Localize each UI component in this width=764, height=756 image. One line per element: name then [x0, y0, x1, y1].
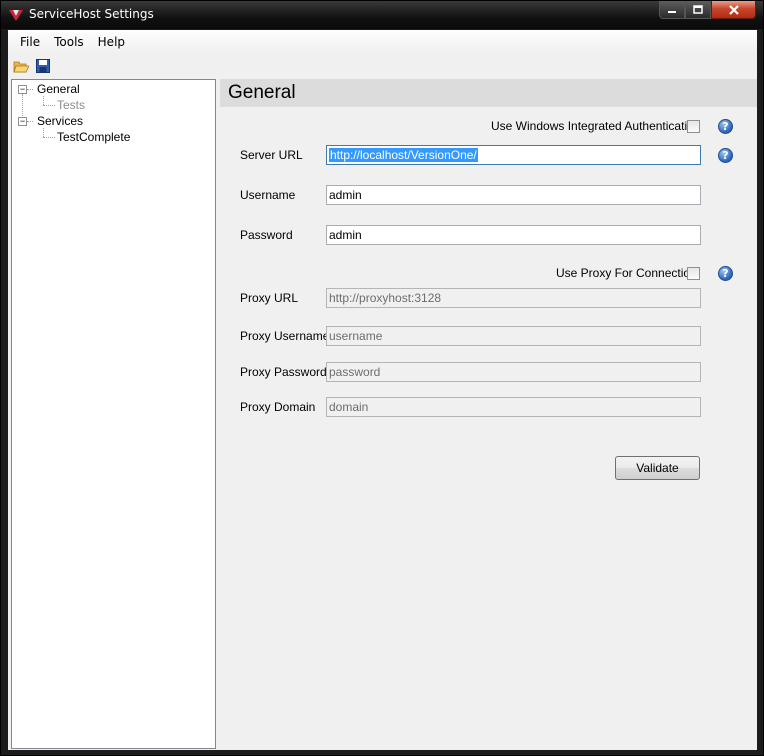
tree-connector	[27, 121, 33, 122]
tree-connector	[43, 105, 55, 106]
windows-auth-help-icon[interactable]: ?	[718, 119, 733, 134]
window-title: ServiceHost Settings	[29, 7, 154, 21]
minimize-icon	[668, 10, 676, 13]
settings-panel: General Use Windows Integrated Authentic…	[220, 79, 757, 749]
password-input[interactable]: admin	[326, 225, 701, 245]
section-title: General	[228, 82, 296, 103]
proxy-password-input[interactable]: password	[326, 362, 701, 382]
maximize-button[interactable]	[685, 1, 711, 19]
menu-tools[interactable]: Tools	[47, 32, 91, 52]
settings-tree[interactable]: − General Tests − Services TestComplete	[11, 79, 216, 749]
username-label: Username	[240, 188, 296, 202]
use-proxy-help-icon[interactable]: ?	[718, 266, 733, 281]
tree-node-tests[interactable]: Tests	[57, 98, 85, 112]
menu-help[interactable]: Help	[91, 32, 132, 52]
tree-node-services[interactable]: Services	[37, 114, 83, 128]
tree-connector	[22, 94, 23, 116]
minimize-button[interactable]	[659, 1, 685, 19]
server-url-help-icon[interactable]: ?	[718, 148, 733, 163]
proxy-password-label: Proxy Password	[240, 365, 327, 379]
close-button[interactable]	[711, 1, 756, 19]
tree-connector	[43, 137, 55, 138]
server-url-label: Server URL	[240, 148, 303, 162]
proxy-username-input[interactable]: username	[326, 326, 701, 346]
tree-connector	[43, 128, 44, 137]
open-button[interactable]	[10, 55, 32, 77]
app-window: ServiceHost Settings File Tools Help − G…	[0, 0, 764, 756]
username-input[interactable]: admin	[326, 185, 701, 205]
windows-auth-label: Use Windows Integrated Authentication	[491, 119, 701, 133]
tree-connector	[27, 89, 33, 90]
maximize-icon	[693, 4, 703, 14]
password-label: Password	[240, 228, 293, 242]
proxy-url-input[interactable]: http://proxyhost:3128	[326, 288, 701, 308]
use-proxy-checkbox[interactable]	[687, 267, 700, 280]
proxy-domain-input[interactable]: domain	[326, 397, 701, 417]
folder-open-icon	[13, 61, 29, 73]
tree-node-general[interactable]: General	[37, 82, 80, 96]
server-url-value: http://localhost/VersionOne/	[329, 148, 478, 162]
collapse-general-icon[interactable]: −	[18, 85, 27, 94]
windows-auth-checkbox[interactable]	[687, 120, 700, 133]
menu-bar: File Tools Help	[8, 30, 757, 54]
server-url-input[interactable]: http://localhost/VersionOne/	[326, 145, 701, 165]
collapse-services-icon[interactable]: −	[18, 117, 27, 126]
proxy-domain-label: Proxy Domain	[240, 400, 316, 414]
proxy-username-label: Proxy Username	[240, 329, 330, 343]
toolbar	[8, 54, 757, 78]
save-button[interactable]	[32, 55, 54, 77]
use-proxy-label: Use Proxy For Connection	[556, 266, 697, 280]
save-icon	[36, 59, 50, 73]
app-logo-icon	[9, 10, 23, 21]
validate-button[interactable]: Validate	[615, 456, 700, 480]
section-header: General	[220, 79, 757, 107]
proxy-url-label: Proxy URL	[240, 291, 299, 305]
title-bar[interactable]: ServiceHost Settings	[1, 1, 763, 29]
menu-file[interactable]: File	[13, 32, 47, 52]
close-icon	[728, 4, 739, 15]
client-area: File Tools Help − General Tests − Servic…	[8, 30, 757, 750]
tree-connector	[43, 96, 44, 105]
tree-node-testcomplete[interactable]: TestComplete	[57, 130, 130, 144]
